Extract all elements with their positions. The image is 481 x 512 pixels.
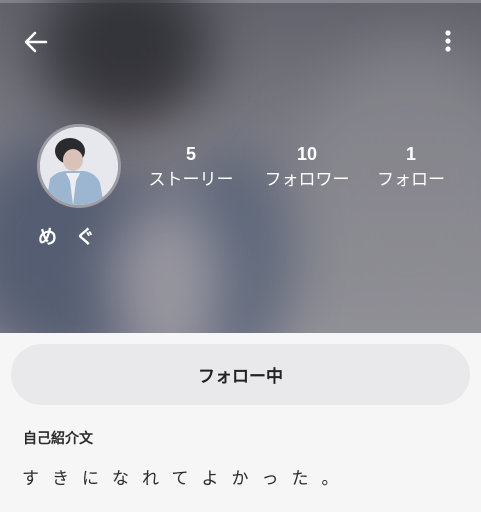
bio-heading: 自己紹介文 — [23, 431, 93, 447]
avatar[interactable] — [37, 124, 121, 208]
following-count-value: 1 — [405, 144, 416, 164]
following-status-button[interactable]: フォロー中 — [11, 344, 470, 405]
back-button[interactable] — [20, 26, 52, 58]
following-count[interactable]: 1 フォロー — [356, 143, 466, 193]
avatar-photo — [40, 127, 118, 205]
followers-count-value: 10 — [296, 144, 318, 164]
more-vertical-icon — [445, 30, 451, 52]
followers-count-label: フォロワー — [264, 170, 350, 190]
profile-screen: 5 ストーリー 10 フォロワー 1 フォロー め ぐ フォロー中 自己紹介文 … — [0, 0, 481, 512]
stories-count-value: 5 — [185, 144, 196, 164]
username: め ぐ — [38, 226, 101, 248]
followers-count[interactable]: 10 フォロワー — [252, 143, 362, 193]
arrow-left-icon — [24, 31, 48, 53]
bio-text: すきになれてよかった。 — [22, 469, 352, 489]
more-options-button[interactable] — [434, 26, 462, 58]
stories-count[interactable]: 5 ストーリー — [136, 143, 246, 193]
following-count-label: フォロー — [377, 170, 445, 190]
stories-count-label: ストーリー — [148, 170, 234, 190]
